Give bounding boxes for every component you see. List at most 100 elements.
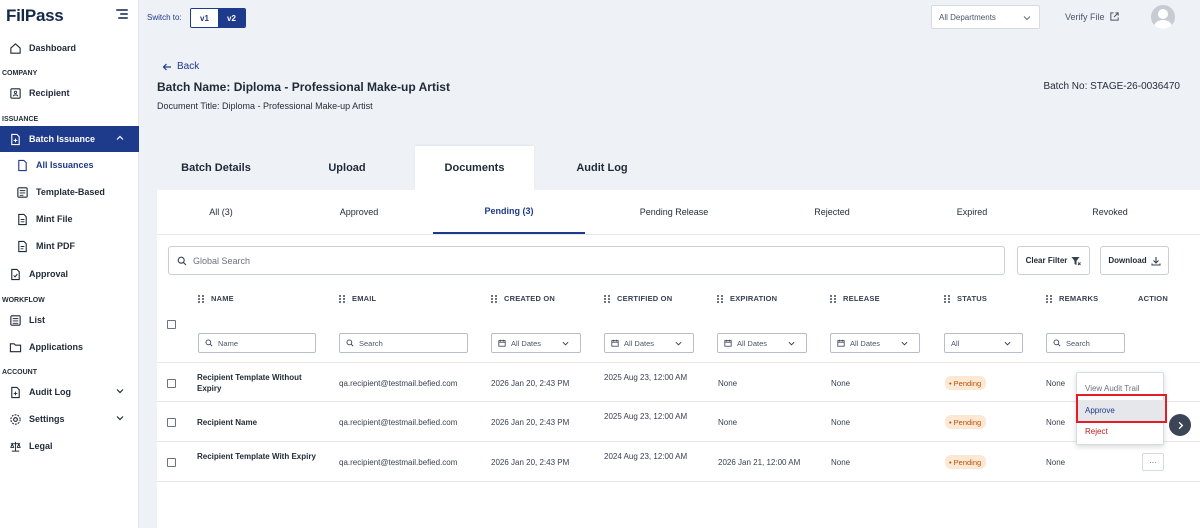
subtab-rejected[interactable]: Rejected [767,190,897,234]
sidebar-item-batch-issuance[interactable]: Batch Issuance [0,126,139,152]
column-header-created-on[interactable]: CREATED ON [491,294,555,303]
sidebar-item-dashboard[interactable]: Dashboard [0,35,139,61]
arrow-left-icon [162,63,171,70]
gear-icon [9,413,22,426]
column-header-certified-on[interactable]: CERTIFIED ON [604,294,672,303]
tab-documents[interactable]: Documents [415,146,534,190]
recipient-name: Recipient Name [197,418,258,427]
row-checkbox[interactable] [167,379,176,388]
certified-on-filter-select[interactable]: All Dates [604,333,694,353]
sidebar-item-label: All Issuances [36,160,94,170]
sidebar-item-settings[interactable]: Settings [0,406,139,432]
version-v2-button[interactable]: v2 [218,9,245,27]
column-header-release[interactable]: RELEASE [830,294,880,303]
sidebar-item-approval[interactable]: Approval [0,261,139,287]
recipient-email: qa.recipient@testmail.befied.com [339,379,458,388]
drag-handle-icon[interactable] [491,294,497,303]
chevron-down-icon [675,341,682,346]
status-filter-select[interactable]: All [944,333,1023,353]
drag-handle-icon[interactable] [198,294,204,303]
sidebar-item-legal[interactable]: Legal [0,433,139,459]
global-search-input[interactable]: Global Search [168,246,1005,275]
release-filter-select[interactable]: All Dates [830,333,920,353]
department-select[interactable]: All Departments [931,5,1040,29]
audit-document-icon [9,386,22,399]
chevron-down-icon [116,416,124,421]
recipient-name: Recipient Template Without Expiry [197,373,302,393]
sidebar: FilPass Dashboard COMPANY Recipient ISSU… [0,0,139,528]
subtab-pending-release[interactable]: Pending Release [597,190,751,234]
section-company: COMPANY [2,70,38,77]
subtab-all[interactable]: All (3) [157,190,285,234]
status-badge: Pending [945,415,987,429]
drag-handle-icon[interactable] [944,294,950,303]
created-on: 2026 Jan 20, 2:43 PM [491,458,570,467]
subtab-pending[interactable]: Pending (3) [433,190,585,234]
drag-handle-icon[interactable] [830,294,836,303]
calendar-icon [611,339,619,347]
subtab-expired[interactable]: Expired [909,190,1035,234]
expiration: None [718,418,738,427]
file-icon [16,213,29,226]
back-link[interactable]: Back [162,61,199,72]
download-button[interactable]: Download [1100,246,1169,275]
row-checkbox[interactable] [167,418,176,427]
subtab-approved[interactable]: Approved [297,190,421,234]
drag-handle-icon[interactable] [339,294,345,303]
tab-audit-log[interactable]: Audit Log [543,146,661,190]
sidebar-item-label: Approval [29,269,69,279]
department-select-value: All Departments [939,12,996,22]
column-header-expiration[interactable]: EXPIRATION [717,294,777,303]
calendar-icon [837,339,845,347]
sidebar-item-template-based[interactable]: Template-Based [0,179,139,205]
sidebar-item-all-issuances[interactable]: All Issuances [0,152,139,178]
email-filter-input[interactable]: Search [339,333,468,353]
user-avatar[interactable] [1151,5,1175,29]
sidebar-item-audit-log[interactable]: Audit Log [0,379,139,405]
reject-menu-item[interactable]: Reject [1077,421,1165,442]
column-header-email[interactable]: EMAIL [339,294,376,303]
menu-toggle-icon[interactable] [116,9,128,19]
list-icon [9,314,22,327]
name-filter-input[interactable]: Name [198,333,316,353]
table-row[interactable]: Recipient Template With Expiry qa.recipi… [157,442,1200,482]
sidebar-item-mint-pdf[interactable]: Mint PDF [0,233,139,259]
remarks: None [1046,418,1066,427]
search-icon [205,339,213,347]
drag-handle-icon[interactable] [604,294,610,303]
tab-upload[interactable]: Upload [288,146,406,190]
filter-placeholder: Search [359,338,383,348]
column-header-status[interactable]: STATUS [944,294,987,303]
sidebar-item-mint-file[interactable]: Mint File [0,206,139,232]
sidebar-item-recipient[interactable]: Recipient [0,80,139,106]
chevron-down-icon [562,341,569,346]
sidebar-item-label: Applications [29,342,84,352]
drag-handle-icon[interactable] [717,294,723,303]
row-checkbox[interactable] [167,458,176,467]
version-v1-button[interactable]: v1 [191,9,218,27]
sidebar-item-list[interactable]: List [0,307,139,333]
row-actions-button[interactable]: ··· [1142,453,1164,471]
column-label: STATUS [957,294,988,303]
status-badge: Pending [945,455,987,469]
download-label: Download [1108,256,1147,265]
created-on-filter-select[interactable]: All Dates [491,333,581,353]
sidebar-item-applications[interactable]: Applications [0,334,139,360]
tab-batch-details[interactable]: Batch Details [157,146,275,190]
select-all-checkbox[interactable] [167,320,176,329]
table-row[interactable]: Recipient Name qa.recipient@testmail.bef… [157,402,1200,442]
table-row[interactable]: Recipient Template Without Expiry qa.rec… [157,362,1200,402]
scroll-right-button[interactable] [1169,414,1191,436]
remarks-filter-input[interactable]: Search [1046,333,1125,353]
verify-file-link[interactable]: Verify File [1065,11,1120,22]
filter-placeholder: Search [1066,338,1090,348]
expiration-filter-select[interactable]: All Dates [717,333,807,353]
column-header-name[interactable]: NAME [198,294,234,303]
subtab-revoked[interactable]: Revoked [1049,190,1171,234]
column-header-remarks[interactable]: REMARKS [1046,294,1098,303]
remarks: None [1046,379,1066,388]
clear-filter-button[interactable]: Clear Filter [1017,246,1090,275]
global-search-placeholder: Global Search [193,255,251,266]
drag-handle-icon[interactable] [1046,294,1052,303]
filpass-logo[interactable]: FilPass [6,6,64,26]
